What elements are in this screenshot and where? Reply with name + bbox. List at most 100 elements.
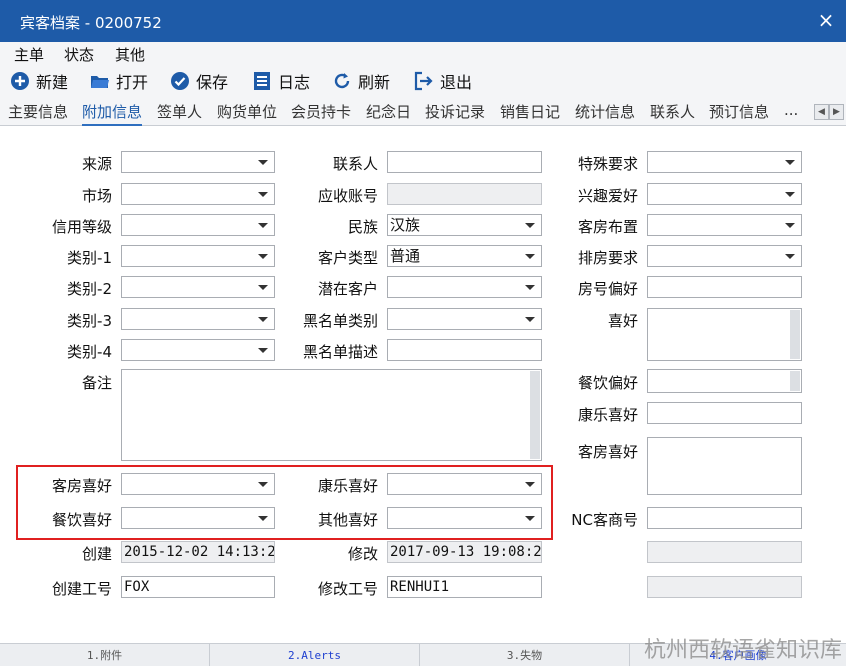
- label-ethnicity: 民族: [347, 218, 378, 236]
- category-2-select[interactable]: [121, 276, 275, 298]
- tab-complaints[interactable]: 投诉记录: [425, 101, 485, 122]
- label-room-layout: 客房布置: [577, 218, 638, 236]
- chevron-down-icon[interactable]: [252, 184, 274, 204]
- room-number-pref-input[interactable]: [647, 276, 802, 298]
- chevron-down-icon[interactable]: [252, 340, 274, 360]
- label-market: 市场: [81, 187, 112, 205]
- chevron-down-icon[interactable]: [252, 309, 274, 329]
- chevron-down-icon[interactable]: [519, 277, 541, 297]
- leisure-preference-input[interactable]: [647, 402, 802, 424]
- tab-signers[interactable]: 签单人: [157, 101, 202, 122]
- highlight-box: [16, 465, 553, 540]
- title-bar: 宾客档案 - 0200752 ×: [0, 0, 846, 42]
- chevron-down-icon[interactable]: [779, 246, 801, 266]
- likes-scrollbar[interactable]: [790, 310, 800, 359]
- label-creator-id: 创建工号: [51, 580, 112, 598]
- save-button[interactable]: 保存: [170, 70, 228, 92]
- likes-textarea[interactable]: [647, 308, 802, 361]
- label-category-1: 类别-1: [67, 249, 112, 267]
- tab-anniversary[interactable]: 纪念日: [366, 101, 411, 122]
- chevron-down-icon[interactable]: [519, 215, 541, 235]
- potential-customer-select[interactable]: [387, 276, 542, 298]
- room-layout-select[interactable]: [647, 214, 802, 236]
- folder-open-icon: [91, 76, 109, 88]
- window-title: 宾客档案 - 0200752: [20, 14, 162, 32]
- room-preference-textarea[interactable]: [647, 437, 802, 495]
- dining-preference-input[interactable]: [647, 369, 802, 393]
- readonly-field-2: [647, 576, 802, 598]
- log-button[interactable]: 日志: [252, 70, 310, 92]
- category-4-select[interactable]: [121, 339, 275, 361]
- toolbar: 新建 打开 保存 日志 刷新 退出: [0, 66, 846, 96]
- credit-level-select[interactable]: [121, 214, 275, 236]
- tab-reservations[interactable]: 预订信息: [709, 101, 769, 122]
- menu-main[interactable]: 主单: [14, 44, 44, 65]
- room-assignment-select[interactable]: [647, 245, 802, 267]
- label-likes: 喜好: [607, 312, 638, 330]
- label-blacklist-category: 黑名单类别: [302, 312, 378, 330]
- remarks-scrollbar[interactable]: [530, 371, 540, 459]
- tab-member-card[interactable]: 会员持卡: [291, 101, 351, 122]
- scroll-left-icon[interactable]: ◀: [814, 104, 829, 120]
- chevron-down-icon[interactable]: [252, 277, 274, 297]
- check-circle-icon: [171, 72, 189, 90]
- category-1-select[interactable]: [121, 245, 275, 267]
- menu-status[interactable]: 状态: [64, 44, 94, 65]
- scroll-right-icon[interactable]: ▶: [829, 104, 844, 120]
- chevron-down-icon[interactable]: [779, 184, 801, 204]
- chevron-down-icon[interactable]: [519, 246, 541, 266]
- blacklist-category-select[interactable]: [387, 308, 542, 330]
- new-button[interactable]: 新建: [10, 70, 68, 92]
- tab-statistics[interactable]: 统计信息: [575, 101, 635, 122]
- tab-purchase-unit[interactable]: 购货单位: [217, 101, 277, 122]
- receivable-account-field: [387, 183, 542, 205]
- source-select[interactable]: [121, 151, 275, 173]
- tab-extra-info[interactable]: 附加信息: [82, 101, 143, 126]
- exit-icon: [414, 71, 433, 91]
- creator-id-field[interactable]: FOX: [121, 576, 275, 598]
- market-select[interactable]: [121, 183, 275, 205]
- remarks-textarea[interactable]: [121, 369, 542, 461]
- contact-input[interactable]: [387, 151, 542, 173]
- label-nc-merchant-no: NC客商号: [571, 511, 638, 529]
- modifier-id-field[interactable]: RENHUI1: [387, 576, 542, 598]
- status-tab-alerts[interactable]: 2.Alerts: [210, 644, 420, 666]
- label-customer-type: 客户类型: [317, 249, 378, 267]
- tab-sales-diary[interactable]: 销售日记: [500, 101, 560, 122]
- customer-type-select[interactable]: 普通: [387, 245, 542, 267]
- exit-button-label: 退出: [440, 73, 473, 92]
- label-receivable-account: 应收账号: [317, 187, 378, 205]
- chevron-down-icon[interactable]: [779, 215, 801, 235]
- label-interests: 兴趣爱好: [577, 187, 638, 205]
- chevron-down-icon[interactable]: [252, 246, 274, 266]
- exit-button[interactable]: 退出: [414, 70, 472, 92]
- category-3-select[interactable]: [121, 308, 275, 330]
- created-time-field: 2015-12-02 14:13:29: [121, 541, 275, 563]
- label-remarks: 备注: [81, 374, 112, 392]
- tab-strip: 主要信息 附加信息 签单人 购货单位 会员持卡 纪念日 投诉记录 销售日记 统计…: [0, 96, 846, 126]
- label-credit-level: 信用等级: [51, 218, 112, 236]
- log-list-icon: [254, 72, 270, 90]
- label-category-4: 类别-4: [67, 343, 112, 361]
- status-tab-lost-items[interactable]: 3.失物: [420, 644, 630, 666]
- menu-other[interactable]: 其他: [115, 44, 145, 65]
- chevron-down-icon[interactable]: [252, 152, 274, 172]
- nc-merchant-no-input[interactable]: [647, 507, 802, 529]
- chevron-down-icon[interactable]: [252, 215, 274, 235]
- refresh-button[interactable]: 刷新: [332, 70, 390, 92]
- label-category-3: 类别-3: [67, 312, 112, 330]
- chevron-down-icon[interactable]: [519, 309, 541, 329]
- chevron-down-icon[interactable]: [779, 152, 801, 172]
- save-button-label: 保存: [196, 73, 229, 92]
- dining-preference-scrollbar[interactable]: [790, 371, 800, 391]
- blacklist-desc-input[interactable]: [387, 339, 542, 361]
- status-tab-attachments[interactable]: 1.附件: [0, 644, 210, 666]
- open-button[interactable]: 打开: [90, 70, 148, 92]
- close-icon[interactable]: ×: [816, 10, 836, 30]
- special-request-select[interactable]: [647, 151, 802, 173]
- tab-more[interactable]: ...: [784, 101, 798, 119]
- tab-contacts[interactable]: 联系人: [650, 101, 695, 122]
- ethnicity-select[interactable]: 汉族: [387, 214, 542, 236]
- interests-select[interactable]: [647, 183, 802, 205]
- tab-main-info[interactable]: 主要信息: [8, 101, 68, 122]
